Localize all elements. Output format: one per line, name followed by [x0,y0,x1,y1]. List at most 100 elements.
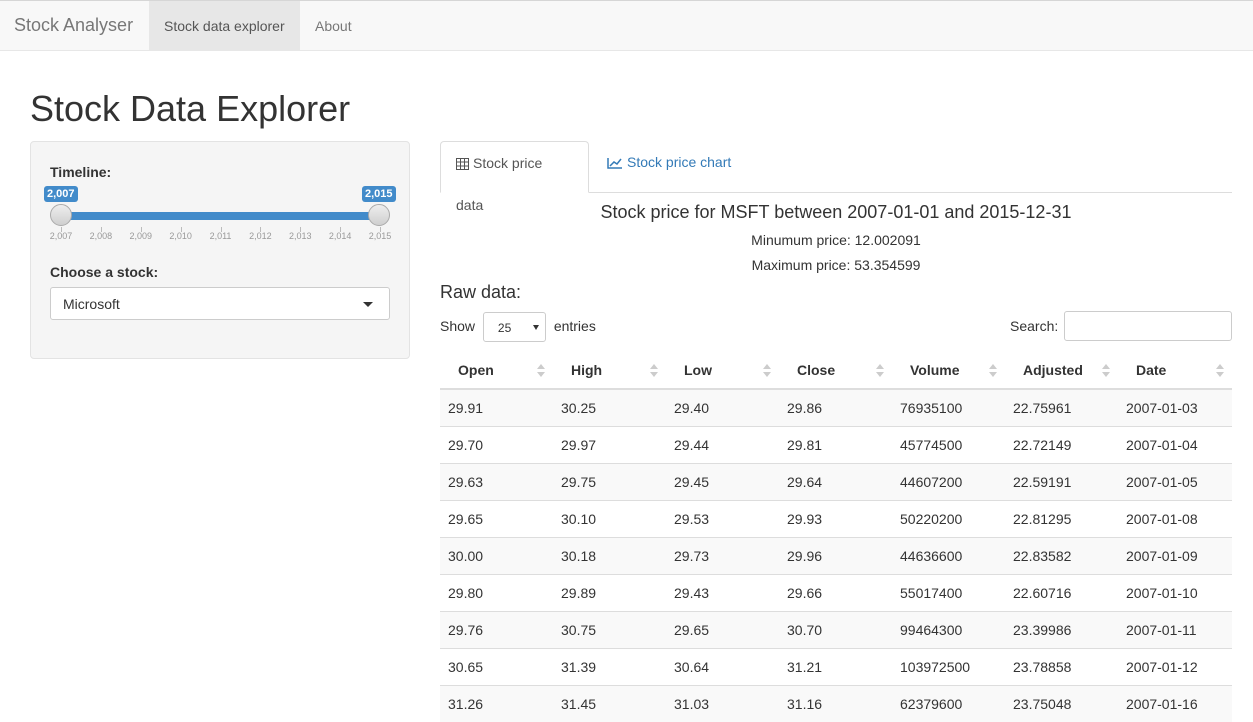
column-header-volume[interactable]: Volume [892,351,1005,390]
show-label: Show [440,318,476,334]
table-header-row: Open High Low Close Volume Adjusted Date [440,351,1232,390]
table-cell: 22.81295 [1005,499,1118,537]
slider-from-handle[interactable] [50,204,72,226]
table-row[interactable]: 31.26 31.45 31.03 31.16 62379600 23.75048 2007… [440,684,1232,722]
table-cell: 22.59191 [1005,462,1118,500]
tab-bar: Stock price data Stock price chart [440,141,1232,213]
slider-tick-label: 2,010 [169,231,192,241]
navbar-brand[interactable]: Stock Analyser [14,15,133,36]
table-cell: 22.83582 [1005,536,1118,574]
sort-icon [650,364,658,378]
column-header-label: Date [1136,361,1167,378]
table-cell: 2007-01-12 [1118,647,1232,685]
table-row[interactable]: 29.80 29.89 29.43 29.66 55017400 22.60716 2007… [440,573,1232,611]
table-cell: 2007-01-16 [1118,684,1232,722]
caret-down-icon [532,325,539,331]
table-cell: 76935100 [892,388,1005,426]
stock-select-label: Choose a stock: [50,264,159,280]
nav-item-stock-data-explorer[interactable]: Stock data explorer [149,1,300,51]
slider-tick-label: 2,011 [209,231,232,241]
table-cell: 29.96 [779,536,892,574]
table-cell: 31.21 [779,647,892,685]
table-icon [456,158,469,170]
slider-tick-label: 2,012 [249,231,272,241]
table-cell: 30.25 [553,388,666,426]
table-row[interactable]: 30.00 30.18 29.73 29.96 44636600 22.83582 2007… [440,536,1232,574]
stock-select-value: Microsoft [63,296,120,312]
caret-down-icon [363,302,373,307]
search-input[interactable] [1064,311,1232,341]
raw-data-title: Raw data: [440,282,522,302]
tab-stock-price-chart[interactable]: Stock price chart [592,141,746,193]
entries-length-control: Show 25 entries [440,311,596,343]
table-cell: 30.18 [553,536,666,574]
table-row[interactable]: 29.63 29.75 29.45 29.64 44607200 22.59191 2007… [440,462,1232,500]
table-cell: 29.66 [779,573,892,611]
nav-item-about[interactable]: About [300,1,367,51]
slider-tick-label: 2,008 [89,231,113,241]
slider-tick-label: 2,013 [288,231,312,241]
column-header-open[interactable]: Open [440,351,553,390]
stock-select[interactable]: Microsoft [50,287,390,320]
table-cell: 55017400 [892,573,1005,611]
entries-select[interactable]: 25 [482,312,546,343]
table-cell: 29.40 [666,388,779,426]
table-cell: 29.76 [440,610,553,648]
table-cell: 29.44 [666,425,779,463]
table-cell: 29.45 [666,462,779,500]
slider-tick-label: 2,014 [328,231,352,241]
table-cell: 29.80 [440,573,553,611]
table-row[interactable]: 29.91 30.25 29.40 29.86 76935100 22.75961 2007… [440,388,1232,426]
table-cell: 62379600 [892,684,1005,722]
column-header-close[interactable]: Close [779,351,892,390]
page-title: Stock Data Explorer [30,88,351,129]
summary-min-price: Minumum price: 12.002091 [751,232,921,248]
sort-icon [1102,364,1110,378]
line-chart-icon [607,158,622,169]
slider-to-handle[interactable] [368,204,390,226]
slider-from-value: 2,007 [44,186,78,202]
data-table: Open High Low Close Volume Adjusted Date 29.91… [440,351,1232,722]
table-cell: 29.65 [666,610,779,648]
table-cell: 30.75 [553,610,666,648]
entries-label: entries [553,318,596,334]
column-header-low[interactable]: Low [666,351,779,390]
slider-tick-label: 2,015 [368,231,392,241]
table-row[interactable]: 29.65 30.10 29.53 29.93 50220200 22.81295 2007… [440,499,1232,537]
table-row[interactable]: 30.65 31.39 30.64 31.21 103972500 23.78858 200… [440,647,1232,685]
column-header-label: Volume [910,361,960,378]
search-label: Search: [1010,318,1059,334]
table-cell: 44636600 [892,536,1005,574]
table-cell: 31.03 [666,684,779,722]
tab-label: Stock price chart [627,154,732,170]
table-cell: 22.75961 [1005,388,1118,426]
sidebar-panel: Timeline: 2,007 2,015 2,007 2,008 2,009 2,0… [30,141,410,359]
tab-stock-price-data[interactable]: Stock price data [440,141,589,213]
sort-icon [537,364,545,378]
table-cell: 31.16 [779,684,892,722]
table-cell: 29.64 [779,462,892,500]
table-row[interactable]: 29.76 30.75 29.65 30.70 99464300 23.39986 2007… [440,610,1232,648]
column-header-date[interactable]: Date [1118,351,1232,390]
column-header-adjusted[interactable]: Adjusted [1005,351,1118,390]
table-cell: 29.65 [440,499,553,537]
table-cell: 2007-01-11 [1118,610,1232,648]
table-cell: 31.45 [553,684,666,722]
navbar: Stock Analyser Stock data explorer About [0,0,1253,51]
slider-to-value: 2,015 [362,186,396,202]
table-cell: 2007-01-03 [1118,388,1232,426]
summary-max-price: Maximum price: 53.354599 [751,257,921,273]
table-cell: 31.26 [440,684,553,722]
table-cell: 2007-01-10 [1118,573,1232,611]
table-cell: 2007-01-05 [1118,462,1232,500]
table-cell: 29.89 [553,573,666,611]
column-header-high[interactable]: High [553,351,666,390]
table-cell: 29.97 [553,425,666,463]
timeline-label: Timeline: [50,164,112,180]
column-header-label: Close [797,361,836,378]
timeline-slider-track[interactable] [61,212,379,220]
table-cell: 30.70 [779,610,892,648]
table-cell: 29.91 [440,388,553,426]
table-row[interactable]: 29.70 29.97 29.44 29.81 45774500 22.72149 2007… [440,425,1232,463]
sort-icon [763,364,771,378]
